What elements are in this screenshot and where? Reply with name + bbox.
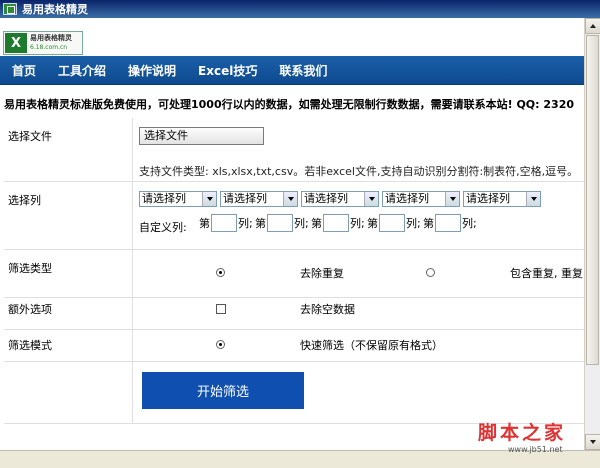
logo-texts: 易用表格精灵 6.18.com.cn [30,34,72,52]
remove-duplicates-label: 去除重复 [300,267,344,280]
custom-column-1: 第 列; [199,214,253,232]
extra-options-label: 额外选项 [8,303,52,316]
custom-suffix: 列; [406,217,421,230]
site-watermark: 脚本之家 www.jb51.net [478,418,596,454]
radio-include-duplicates[interactable] [426,268,435,277]
remove-empty-checkbox[interactable] [216,304,226,314]
row-divider [132,250,133,297]
column-select-2-value: 请选择列 [223,192,267,205]
logo-url: 6.18.com.cn [30,44,68,51]
custom-column-5: 第 列; [423,214,477,232]
page-header: X 易用表格精灵 6.18.com.cn [0,18,584,56]
nav-home[interactable]: 首页 [4,62,44,79]
custom-prefix: 第 [255,217,266,230]
radio-remove-duplicates[interactable] [216,268,225,277]
watermark-url: www.jb51.net [508,445,563,454]
row-divider [132,362,133,423]
main-nav: 首页 工具介绍 操作说明 Excel技巧 联系我们 [0,56,584,85]
custom-prefix: 第 [311,217,322,230]
site-logo[interactable]: X 易用表格精灵 6.18.com.cn [3,31,83,55]
dropdown-arrow-icon [202,192,216,206]
row-filter-type: 筛选类型 去除重复 包含重复, 重复 [4,250,584,298]
custom-column-4: 第 列; [367,214,421,232]
custom-column-input-2[interactable] [267,214,293,232]
filter-mode-label: 筛选模式 [8,339,52,352]
column-select-4-value: 请选择列 [385,192,429,205]
file-label: 选择文件 [8,130,52,143]
vertical-scrollbar[interactable] [584,18,600,450]
watermark-text: 脚本之家 [478,422,567,444]
custom-column-2: 第 列; [255,214,309,232]
row-file: 选择文件 选择文件 支持文件类型: xls,xlsx,txt,csv。若非exc… [4,118,584,182]
custom-prefix: 第 [199,217,210,230]
row-divider [132,298,133,329]
column-select-5-value: 请选择列 [466,192,510,205]
radio-quick-filter[interactable] [216,340,225,349]
remove-empty-label: 去除空数据 [300,303,355,316]
row-divider [132,330,133,361]
scroll-up-arrow-icon[interactable] [585,18,600,34]
file-type-hint: 支持文件类型: xls,xlsx,txt,csv。若非excel文件,支持自动识… [139,165,579,178]
nav-instructions[interactable]: 操作说明 [120,62,184,79]
custom-columns-label: 自定义列: [139,221,187,234]
custom-suffix: 列; [294,217,309,230]
custom-column-input-3[interactable] [323,214,349,232]
dropdown-arrow-icon [526,192,540,206]
column-select-1[interactable]: 请选择列 [139,191,217,207]
column-select-5[interactable]: 请选择列 [463,191,541,207]
row-columns: 选择列 请选择列 请选择列 请选择列 请选择列 请选择列 自定义列: 第列; 第… [4,182,584,250]
custom-suffix: 列; [238,217,253,230]
column-select-3[interactable]: 请选择列 [301,191,379,207]
license-notice: 易用表格精灵标准版免费使用，可处理1000行以内的数据，如需处理无限制行数数据，… [4,98,575,111]
column-select-3-value: 请选择列 [304,192,348,205]
excel-app-icon [3,3,17,15]
row-extra-options: 额外选项 去除空数据 [4,298,584,330]
custom-column-input-1[interactable] [211,214,237,232]
column-select-4[interactable]: 请选择列 [382,191,460,207]
dropdown-arrow-icon [364,192,378,206]
include-duplicates-label: 包含重复, 重复 [510,267,583,280]
nav-contact[interactable]: 联系我们 [271,62,335,79]
column-select-1-value: 请选择列 [142,192,186,205]
scrollbar-thumb[interactable] [586,35,599,365]
custom-column-input-5[interactable] [435,214,461,232]
window-titlebar: 易用表格精灵 [0,0,600,18]
start-filter-button[interactable]: 开始筛选 [142,372,304,409]
window-title: 易用表格精灵 [22,3,88,16]
custom-prefix: 第 [423,217,434,230]
dropdown-arrow-icon [283,192,297,206]
excel-logo-icon: X [5,33,27,53]
row-filter-mode: 筛选模式 快速筛选（不保留原有格式） [4,330,584,362]
custom-suffix: 列; [350,217,365,230]
nav-excel-tips[interactable]: Excel技巧 [190,62,265,79]
columns-label: 选择列 [8,194,41,207]
row-divider [132,118,133,181]
custom-column-input-4[interactable] [379,214,405,232]
custom-prefix: 第 [367,217,378,230]
filter-type-label: 筛选类型 [8,262,52,275]
column-select-2[interactable]: 请选择列 [220,191,298,207]
row-divider [132,182,133,249]
logo-name: 易用表格精灵 [30,34,72,42]
quick-filter-label: 快速筛选（不保留原有格式） [300,339,443,352]
dropdown-arrow-icon [445,192,459,206]
choose-file-button[interactable]: 选择文件 [139,127,264,145]
custom-column-3: 第 列; [311,214,365,232]
filter-form: 选择文件 选择文件 支持文件类型: xls,xlsx,txt,csv。若非exc… [4,118,584,424]
custom-suffix: 列; [462,217,477,230]
nav-tool-intro[interactable]: 工具介绍 [50,62,114,79]
